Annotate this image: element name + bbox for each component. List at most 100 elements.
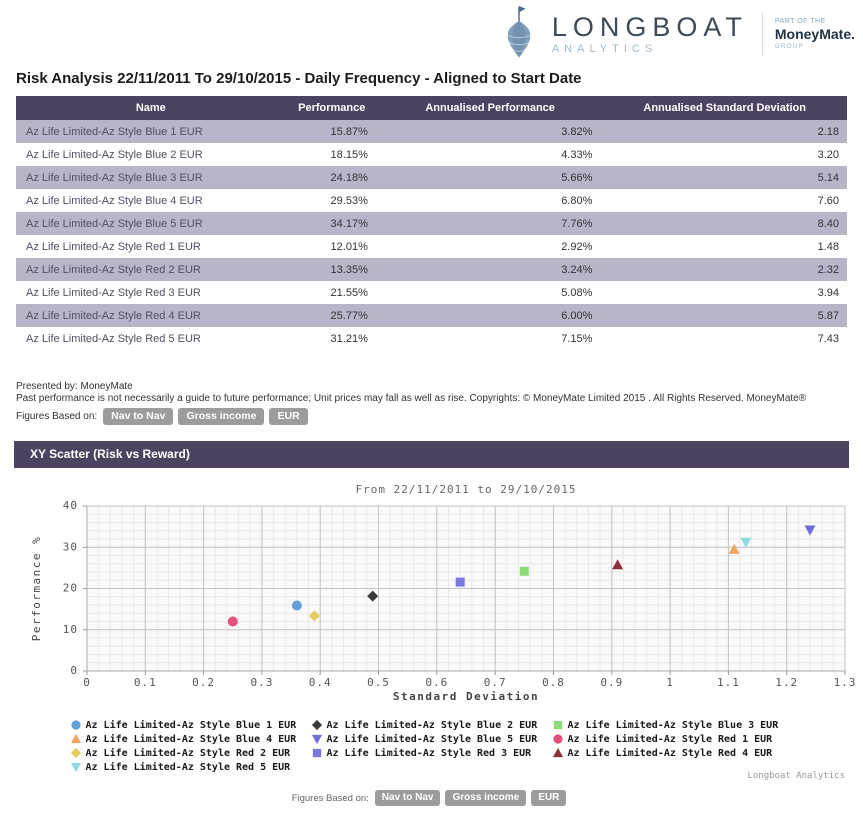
cell-performance: 15.87% xyxy=(286,120,378,143)
legend-marker-triangle-up-icon xyxy=(70,733,82,745)
svg-text:0.4: 0.4 xyxy=(309,676,332,689)
data-point xyxy=(228,617,238,627)
legend-item: Az Life Limited-Az Style Blue 5 EUR xyxy=(311,732,552,746)
legend-label: Az Life Limited-Az Style Red 4 EUR xyxy=(568,748,773,759)
cell-annualised-performance: 7.15% xyxy=(378,327,603,350)
legend-marker-square-icon xyxy=(552,719,564,731)
figures-based-on-label: Figures Based on: xyxy=(16,411,97,423)
legend-item: Az Life Limited-Az Style Blue 4 EUR xyxy=(70,732,311,746)
legend-label: Az Life Limited-Az Style Blue 2 EUR xyxy=(327,720,538,731)
cell-annualised-performance: 6.80% xyxy=(378,189,603,212)
legend-item: Az Life Limited-Az Style Blue 1 EUR xyxy=(70,718,311,732)
moneymate-brand: MoneyMate. xyxy=(775,27,855,42)
cell-performance: 31.21% xyxy=(286,327,378,350)
svg-text:0.3: 0.3 xyxy=(250,676,273,689)
cell-name: Az Life Limited-Az Style Blue 1 EUR xyxy=(16,120,286,143)
cell-name: Az Life Limited-Az Style Red 2 EUR xyxy=(16,258,286,281)
table-row: Az Life Limited-Az Style Red 1 EUR12.01%… xyxy=(16,235,847,258)
cell-performance: 29.53% xyxy=(286,189,378,212)
table-row: Az Life Limited-Az Style Blue 5 EUR34.17… xyxy=(16,212,847,235)
figures-button-nav-to-nav[interactable]: Nav to Nav xyxy=(375,790,441,806)
legend-label: Az Life Limited-Az Style Red 2 EUR xyxy=(86,748,291,759)
data-point xyxy=(292,601,302,611)
cell-annualised-std-dev: 2.32 xyxy=(602,258,847,281)
svg-text:1.3: 1.3 xyxy=(834,676,857,689)
legend-marker-triangle-down-icon xyxy=(70,761,82,773)
legend-label: Az Life Limited-Az Style Red 3 EUR xyxy=(327,748,532,759)
svg-text:0.7: 0.7 xyxy=(484,676,507,689)
figures-button-eur[interactable]: EUR xyxy=(531,790,566,806)
legend-marker-triangle-down-icon xyxy=(311,733,323,745)
chart-legend: Az Life Limited-Az Style Blue 1 EURAz Li… xyxy=(0,718,863,774)
table-row: Az Life Limited-Az Style Blue 1 EUR15.87… xyxy=(16,120,847,143)
cell-annualised-performance: 6.00% xyxy=(378,304,603,327)
column-header-annualised-performance: Annualised Performance xyxy=(378,96,603,120)
table-row: Az Life Limited-Az Style Red 5 EUR31.21%… xyxy=(16,327,847,350)
cell-annualised-std-dev: 2.18 xyxy=(602,120,847,143)
logo-divider xyxy=(762,13,763,55)
figures-button-gross-income[interactable]: Gross income xyxy=(445,790,526,806)
cell-name: Az Life Limited-Az Style Red 5 EUR xyxy=(16,327,286,350)
moneymate-group-mark: PART OF THE MoneyMate. GROUP xyxy=(775,17,855,52)
svg-text:20: 20 xyxy=(63,582,78,595)
svg-text:0: 0 xyxy=(83,676,91,689)
group-text: GROUP xyxy=(775,42,855,52)
svg-text:Performance %: Performance % xyxy=(30,536,43,642)
figures-button-eur[interactable]: EUR xyxy=(269,408,307,425)
svg-text:From 22/11/2011 to 29/10/2015: From 22/11/2011 to 29/10/2015 xyxy=(355,483,576,496)
table-row: Az Life Limited-Az Style Red 2 EUR13.35%… xyxy=(16,258,847,281)
cell-annualised-std-dev: 7.60 xyxy=(602,189,847,212)
cell-performance: 12.01% xyxy=(286,235,378,258)
column-header-name: Name xyxy=(16,96,286,120)
cell-annualised-std-dev: 5.87 xyxy=(602,304,847,327)
svg-text:1.1: 1.1 xyxy=(717,676,740,689)
cell-annualised-std-dev: 5.14 xyxy=(602,166,847,189)
cell-name: Az Life Limited-Az Style Blue 2 EUR xyxy=(16,143,286,166)
svg-text:0.2: 0.2 xyxy=(192,676,215,689)
legend-item: Az Life Limited-Az Style Red 3 EUR xyxy=(311,746,552,760)
legend-marker-diamond-icon xyxy=(311,719,323,731)
figures-button-nav-to-nav[interactable]: Nav to Nav xyxy=(103,408,173,425)
cell-annualised-std-dev: 8.40 xyxy=(602,212,847,235)
cell-annualised-performance: 5.08% xyxy=(378,281,603,304)
legend-marker-triangle-up-icon xyxy=(552,747,564,759)
svg-text:10: 10 xyxy=(63,623,78,636)
svg-text:0.9: 0.9 xyxy=(600,676,623,689)
table-row: Az Life Limited-Az Style Red 3 EUR21.55%… xyxy=(16,281,847,304)
cell-performance: 34.17% xyxy=(286,212,378,235)
cell-annualised-performance: 3.24% xyxy=(378,258,603,281)
data-point xyxy=(520,567,529,576)
cell-annualised-performance: 5.66% xyxy=(378,166,603,189)
figures-button-gross-income[interactable]: Gross income xyxy=(178,408,264,425)
disclaimer-text: Past performance is not necessarily a gu… xyxy=(16,393,847,405)
longboat-logo: LONGBOAT ANALYTICS PART OF THE MoneyMate… xyxy=(496,4,855,64)
logo-wordmark: LONGBOAT xyxy=(552,13,748,41)
column-header-performance: Performance xyxy=(286,96,378,120)
legend-label: Az Life Limited-Az Style Blue 4 EUR xyxy=(86,734,297,745)
data-point xyxy=(456,578,465,587)
footer-figures-row: Figures Based on: Nav to NavGross income… xyxy=(0,790,863,806)
table-row: Az Life Limited-Az Style Blue 3 EUR24.18… xyxy=(16,166,847,189)
longboat-boat-icon xyxy=(496,4,542,64)
svg-text:Standard Deviation: Standard Deviation xyxy=(393,690,539,703)
table-row: Az Life Limited-Az Style Red 4 EUR25.77%… xyxy=(16,304,847,327)
presented-by-text: Presented by: MoneyMate xyxy=(16,381,847,393)
cell-performance: 24.18% xyxy=(286,166,378,189)
legend-item: Az Life Limited-Az Style Red 2 EUR xyxy=(70,746,311,760)
scatter-chart: 00.10.20.30.40.50.60.70.80.911.11.21.301… xyxy=(0,477,863,713)
cell-name: Az Life Limited-Az Style Red 4 EUR xyxy=(16,304,286,327)
legend-marker-circle-icon xyxy=(70,719,82,731)
cell-performance: 18.15% xyxy=(286,143,378,166)
legend-marker-circle-icon xyxy=(552,733,564,745)
cell-name: Az Life Limited-Az Style Blue 4 EUR xyxy=(16,189,286,212)
risk-analysis-table: NamePerformanceAnnualised PerformanceAnn… xyxy=(16,96,847,350)
cell-annualised-std-dev: 3.94 xyxy=(602,281,847,304)
svg-text:1: 1 xyxy=(666,676,674,689)
legend-item: Az Life Limited-Az Style Red 4 EUR xyxy=(552,746,793,760)
section-header-xy-scatter: XY Scatter (Risk vs Reward) xyxy=(14,441,849,468)
column-header-annualised-standard-deviation: Annualised Standard Deviation xyxy=(602,96,847,120)
cell-performance: 13.35% xyxy=(286,258,378,281)
legend-item: Az Life Limited-Az Style Red 5 EUR xyxy=(70,760,311,774)
legend-item: Az Life Limited-Az Style Blue 3 EUR xyxy=(552,718,793,732)
cell-annualised-std-dev: 3.20 xyxy=(602,143,847,166)
